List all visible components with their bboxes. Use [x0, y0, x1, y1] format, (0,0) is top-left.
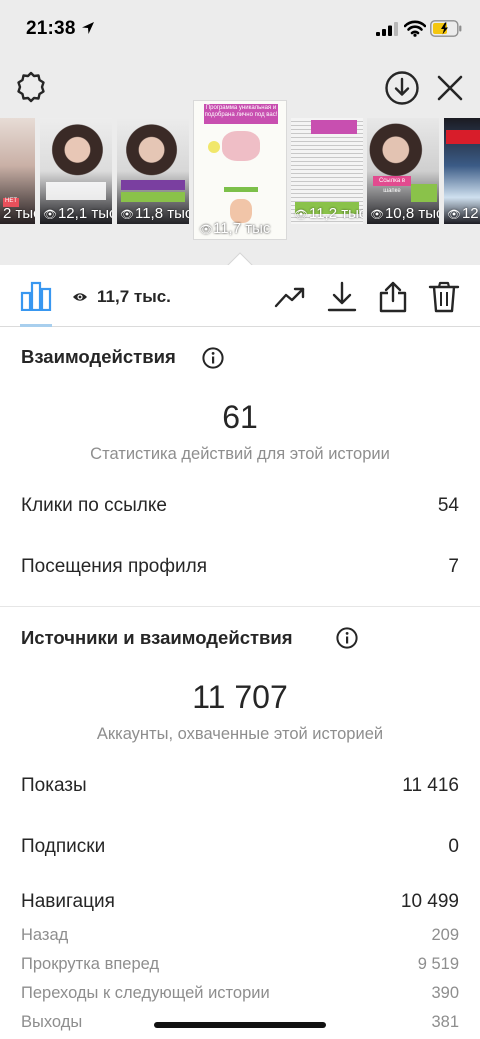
back-label: Назад: [21, 926, 69, 944]
trash-icon[interactable]: [428, 281, 460, 313]
active-tab-indicator: [20, 324, 52, 327]
battery-icon: [430, 20, 462, 37]
profile-visits-label: Посещения профиля: [21, 556, 207, 577]
status-bar: 21:38: [0, 0, 480, 58]
follows-label: Подписки: [21, 836, 106, 857]
forward-value: 9 519: [417, 955, 459, 973]
story-thumbnail[interactable]: 👁12: [444, 118, 480, 224]
exits-label: Выходы: [21, 1013, 83, 1031]
status-time: 21:38: [26, 18, 76, 39]
interactions-title: Взаимодействия: [21, 346, 176, 367]
wifi-icon: [404, 20, 426, 37]
story-views: 2 тыс: [3, 205, 35, 222]
close-icon[interactable]: [436, 74, 464, 102]
story-thumbnail[interactable]: 👁11,2 тыс: [291, 118, 363, 224]
follows-value: 0: [448, 836, 459, 857]
next-story-value: 390: [431, 984, 459, 1002]
selected-indicator-caret: [227, 252, 253, 266]
reach-total: 11 707: [192, 679, 288, 715]
interactions-total: 61: [222, 399, 258, 435]
story-thumbnail-selected[interactable]: Программа уникальная и подобрана лично п…: [193, 100, 287, 240]
story-views: 👁11,7 тыс: [199, 220, 271, 237]
insights-toolbar: 11,7 тыс.: [0, 265, 480, 327]
link-clicks-value: 54: [437, 495, 459, 516]
back-value: 209: [431, 926, 459, 944]
story-banner-text: Программа уникальная и подобрана лично п…: [204, 104, 278, 124]
bar-chart-icon[interactable]: [20, 281, 52, 311]
signal-icon: [376, 22, 398, 36]
impressions-value: 11 416: [402, 775, 459, 796]
download-icon[interactable]: [326, 281, 358, 313]
section-divider: [0, 606, 480, 607]
interactions-caption: Статистика действий для этой истории: [90, 445, 390, 463]
thumb-badge-link: Ссылка в шапке: [373, 176, 411, 194]
forward-label: Прокрутка вперед: [21, 955, 160, 973]
story-thumbnail[interactable]: НЕТ 2 тыс: [0, 118, 35, 224]
navigation-value: 10 499: [400, 891, 459, 912]
story-views: 👁12,1 тыс: [43, 205, 112, 222]
eye-icon: [73, 293, 87, 301]
next-story-label: Переходы к следующей истории: [21, 984, 270, 1002]
discovery-title: Источники и взаимодействия: [21, 627, 293, 648]
story-thumbnail[interactable]: 👁12,1 тыс: [40, 118, 112, 224]
impressions-label: Показы: [21, 775, 87, 796]
share-icon[interactable]: [377, 281, 409, 313]
story-views-count: 11,7 тыс.: [97, 287, 171, 306]
info-icon[interactable]: [202, 347, 224, 369]
story-thumbnail[interactable]: Ссылка в шапке 👁10,8 тыс: [367, 118, 439, 224]
info-icon[interactable]: [336, 627, 358, 649]
story-views: 👁12: [447, 205, 479, 222]
settings-icon[interactable]: [14, 70, 48, 104]
download-circle-icon[interactable]: [384, 70, 420, 106]
story-thumbnail[interactable]: 👁11,8 тыс: [117, 118, 189, 224]
location-arrow-icon: [82, 22, 94, 34]
story-views: 👁11,2 тыс: [294, 205, 363, 222]
story-carousel-area: 21:38 НЕТ 2 ты 👁12,1 тыс 👁11,8 тыс Прогр…: [0, 0, 480, 266]
story-views: 👁11,8 тыс: [120, 205, 189, 222]
navigation-label: Навигация: [21, 891, 115, 912]
link-clicks-label: Клики по ссылке: [21, 495, 167, 516]
reach-caption: Аккаунты, охваченные этой историей: [96, 725, 384, 743]
trend-icon[interactable]: [274, 281, 306, 313]
home-indicator[interactable]: [154, 1022, 326, 1028]
story-views: 👁10,8 тыс: [370, 205, 439, 222]
exits-value: 381: [431, 1013, 459, 1031]
profile-visits-value: 7: [448, 556, 459, 577]
